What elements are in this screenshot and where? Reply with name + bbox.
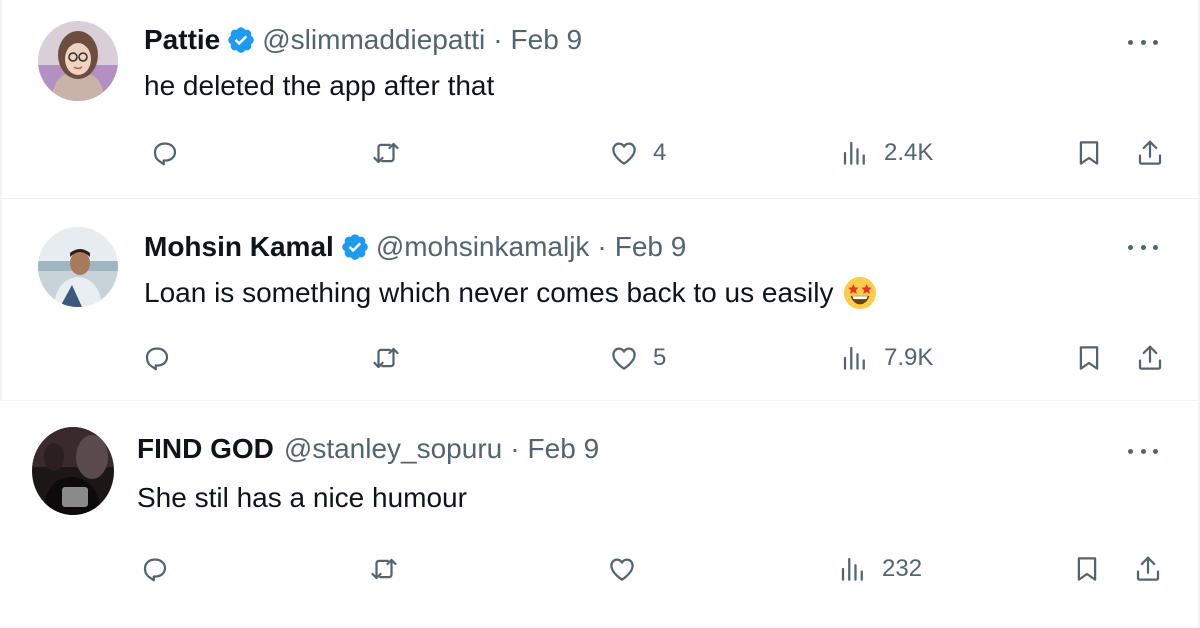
retweet-icon [373, 347, 399, 369]
avatar[interactable] [38, 21, 118, 101]
user-handle[interactable]: @slimmaddiepatti [262, 24, 485, 56]
tweet-header: Mohsin Kamal @mohsinkamaljk · Feb 9 [144, 227, 686, 267]
bookmark-icon [1079, 346, 1099, 370]
display-name[interactable]: FIND GOD [137, 433, 274, 465]
bookmark-icon [1077, 557, 1097, 581]
verified-badge-icon [228, 27, 255, 53]
tweet-header: FIND GOD @stanley_sopuru · Feb 9 [137, 429, 599, 469]
tweet-text: he deleted the app after that [144, 66, 494, 106]
like-button[interactable] [607, 554, 651, 584]
separator-dot: · [510, 433, 520, 464]
reply-icon [153, 142, 177, 166]
share-button[interactable] [1135, 138, 1165, 168]
more-dots-icon[interactable] [1128, 441, 1158, 461]
share-icon [1136, 556, 1160, 581]
reply-icon [143, 558, 167, 582]
avatar-image [38, 21, 118, 101]
verified-badge-icon [342, 234, 368, 260]
bookmark-button[interactable] [1072, 554, 1102, 584]
heart-icon [612, 142, 636, 165]
tweet-date[interactable]: Feb 9 [511, 24, 583, 56]
like-button[interactable]: 5 [609, 343, 666, 373]
share-button[interactable] [1133, 554, 1163, 584]
share-icon [1138, 345, 1162, 370]
heart-icon [612, 347, 636, 370]
display-name[interactable]: Pattie [144, 24, 220, 56]
tweet-text: Loan is something which never comes back… [144, 273, 877, 313]
tweet-text-content: he deleted the app after that [144, 70, 495, 101]
tweet-text: She stil has a nice humour [137, 478, 467, 518]
reply-button[interactable] [140, 554, 170, 584]
tweet-text-content: Loan is something which never comes back… [144, 277, 834, 308]
bookmark-icon [1079, 141, 1099, 165]
like-count: 5 [653, 344, 667, 371]
reply-tweet[interactable]: Mohsin Kamal @mohsinkamaljk · Feb 9 Loan… [0, 199, 1200, 401]
display-name[interactable]: Mohsin Kamal [144, 231, 334, 263]
views-chart-icon [841, 557, 863, 581]
user-handle[interactable]: @stanley_sopuru [284, 433, 502, 465]
tweet-text-content: She stil has a nice humour [137, 482, 467, 513]
views-button[interactable]: 7.9K [840, 343, 933, 373]
retweet-icon [371, 558, 397, 580]
views-button[interactable]: 2.4K [840, 138, 933, 168]
reply-icon [145, 347, 169, 371]
tweet-date[interactable]: Feb 9 [615, 231, 687, 263]
share-icon [1138, 140, 1162, 165]
more-dots-icon[interactable] [1128, 32, 1158, 52]
view-count: 232 [882, 555, 923, 582]
reply-button[interactable] [150, 138, 180, 168]
views-button[interactable]: 232 [838, 554, 922, 584]
user-handle[interactable]: @mohsinkamaljk [376, 231, 590, 263]
avatar[interactable] [32, 427, 114, 515]
like-button[interactable]: 4 [609, 138, 666, 168]
reply-tweet[interactable]: FIND GOD @stanley_sopuru · Feb 9 She sti… [0, 401, 1200, 628]
heart-icon [610, 558, 634, 581]
avatar-image [38, 227, 118, 307]
view-count: 2.4K [884, 139, 934, 166]
avatar[interactable] [38, 227, 118, 307]
retweet-button[interactable] [371, 138, 401, 168]
bookmark-button[interactable] [1074, 138, 1104, 168]
retweet-button[interactable] [371, 343, 401, 373]
view-count: 7.9K [884, 344, 934, 371]
reply-tweet[interactable]: Pattie @slimmaddiepatti · Feb 9 he delet… [0, 0, 1200, 199]
star-struck-emoji [844, 276, 877, 310]
like-count: 4 [653, 139, 667, 166]
views-chart-icon [843, 141, 865, 165]
avatar-image [32, 427, 114, 515]
share-button[interactable] [1135, 343, 1165, 373]
bookmark-button[interactable] [1074, 343, 1104, 373]
more-dots-icon[interactable] [1128, 237, 1158, 257]
tweet-date[interactable]: Feb 9 [528, 433, 600, 465]
separator-dot: · [493, 24, 503, 55]
separator-dot: · [597, 231, 607, 262]
retweet-button[interactable] [369, 554, 399, 584]
views-chart-icon [843, 346, 865, 370]
tweet-header: Pattie @slimmaddiepatti · Feb 9 [144, 20, 582, 60]
reply-button[interactable] [142, 343, 172, 373]
retweet-icon [373, 142, 399, 164]
